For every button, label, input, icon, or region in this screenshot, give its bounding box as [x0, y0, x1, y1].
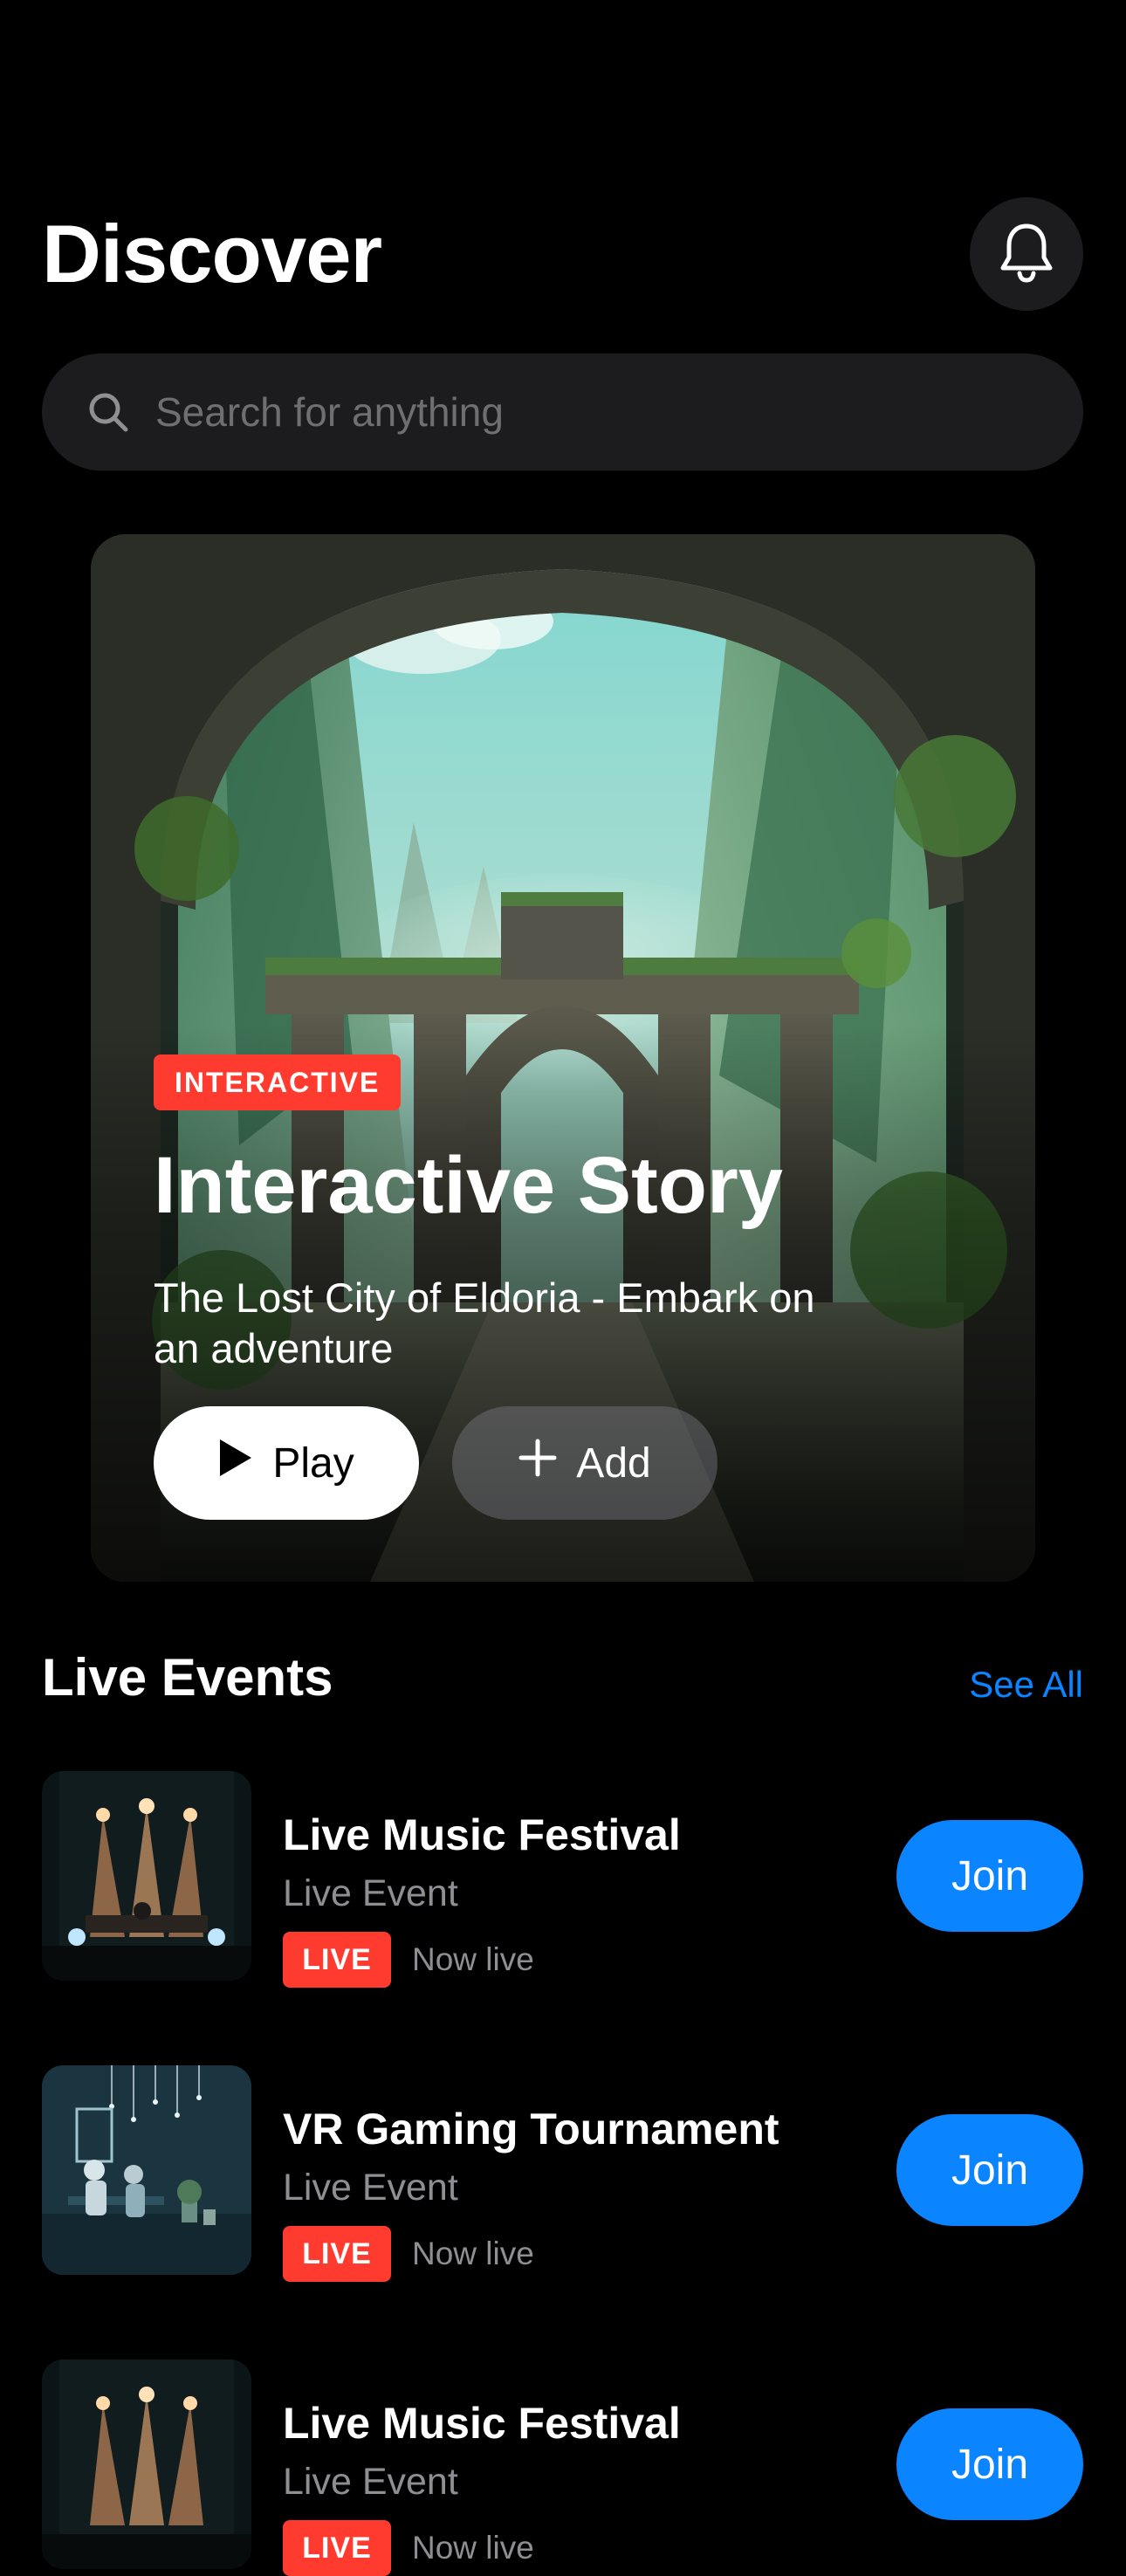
play-icon	[218, 1438, 253, 1488]
add-button[interactable]: Add	[452, 1406, 717, 1520]
event-title: Live Music Festival	[283, 1810, 681, 1859]
search-bar[interactable]	[42, 354, 1083, 471]
event-thumbnail	[42, 2360, 251, 2569]
event-row[interactable]: Live Music Festival Live Event LIVE Now …	[42, 1771, 1083, 1988]
see-all-link[interactable]: See All	[969, 1659, 1083, 1711]
play-button[interactable]: Play	[154, 1406, 419, 1520]
live-badge: LIVE	[283, 2520, 391, 2576]
event-row[interactable]: VR Gaming Tournament Live Event LIVE Now…	[42, 2065, 1083, 2282]
event-title: VR Gaming Tournament	[283, 2105, 779, 2154]
event-type: Live Event	[283, 2461, 458, 2503]
event-title: Live Music Festival	[283, 2399, 681, 2448]
bell-icon	[998, 221, 1055, 288]
search-input[interactable]	[155, 354, 1083, 471]
featured-subtitle: The Lost City of Eldoria - Embark on an …	[154, 1274, 815, 1371]
live-badge: LIVE	[283, 1932, 391, 1988]
event-type: Live Event	[283, 2167, 458, 2208]
live-badge: LIVE	[283, 2226, 391, 2282]
event-thumbnail	[42, 2065, 251, 2275]
event-type: Live Event	[283, 1872, 458, 1914]
join-button[interactable]: Join	[896, 2408, 1083, 2520]
event-row[interactable]: Live Music Festival Live Event LIVE Now …	[42, 2360, 1083, 2576]
join-button[interactable]: Join	[896, 1820, 1083, 1932]
featured-title: Interactive Story	[154, 1141, 783, 1230]
plus-icon	[518, 1439, 557, 1487]
event-status: Now live	[412, 2236, 534, 2271]
play-button-label: Play	[272, 1439, 354, 1487]
interactive-badge: INTERACTIVE	[154, 1054, 402, 1110]
join-button[interactable]: Join	[896, 2114, 1083, 2226]
featured-card[interactable]: INTERACTIVE Interactive Story The Lost C…	[91, 534, 1035, 1582]
live-events-title: Live Events	[42, 1648, 333, 1707]
event-status: Now live	[412, 2530, 534, 2566]
page-title: Discover	[42, 208, 382, 299]
event-status: Now live	[412, 1941, 534, 1977]
notifications-button[interactable]	[970, 197, 1083, 311]
event-thumbnail	[42, 1771, 251, 1981]
search-icon	[86, 389, 131, 435]
add-button-label: Add	[576, 1439, 651, 1487]
